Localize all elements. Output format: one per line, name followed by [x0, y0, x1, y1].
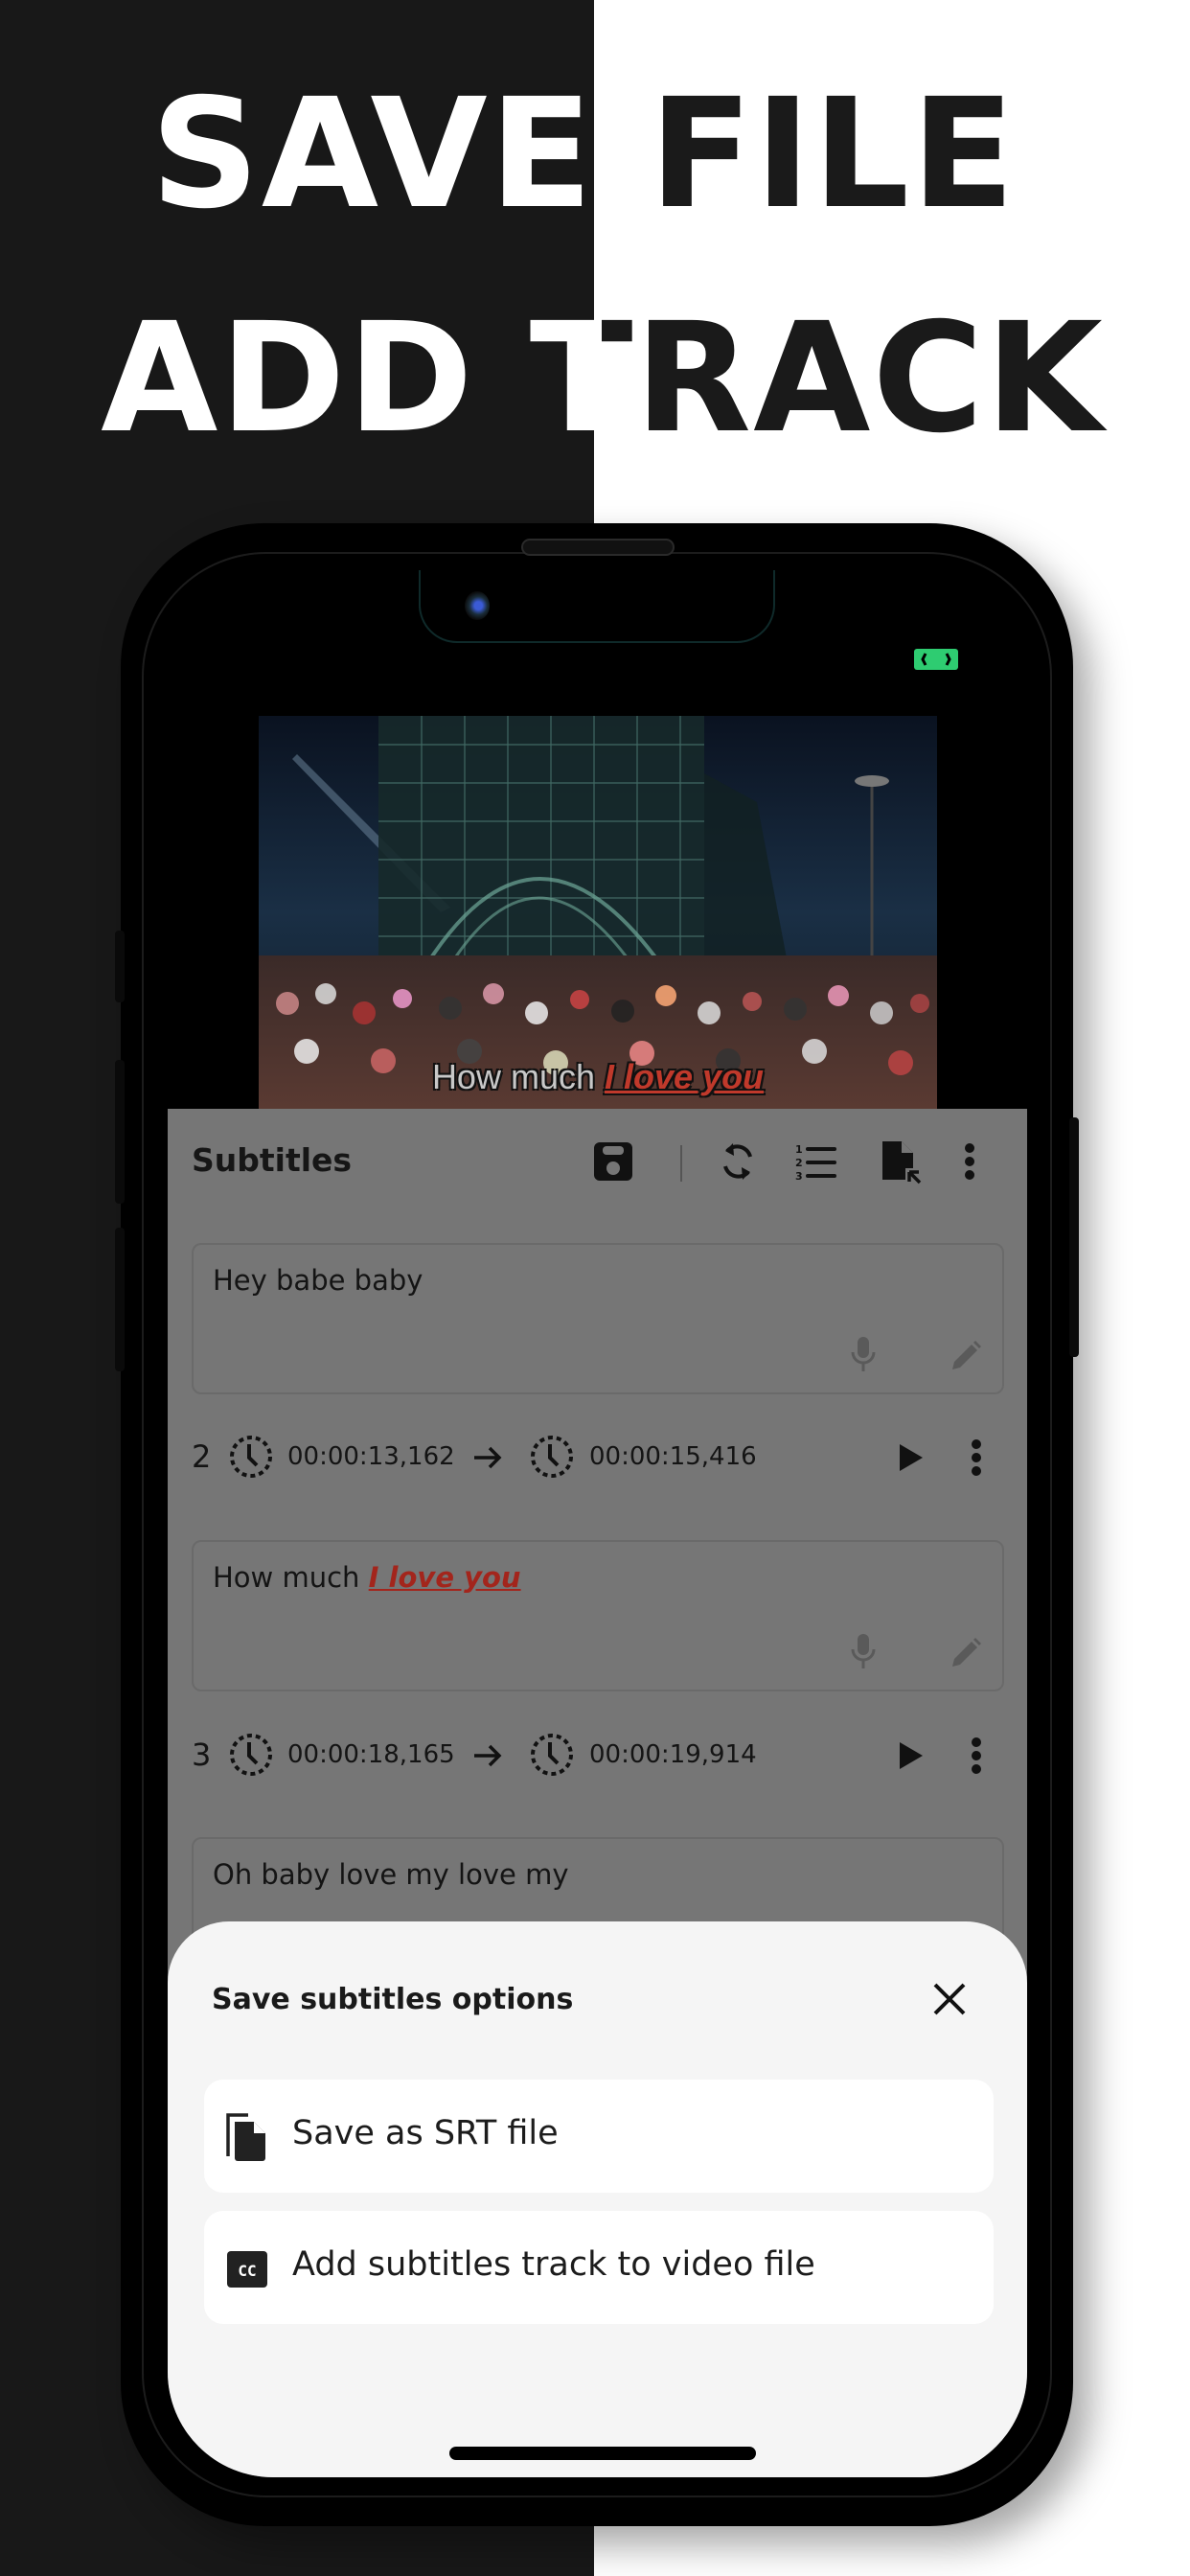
closed-caption-icon: CC: [227, 2251, 267, 2288]
start-time[interactable]: 00:00:18,165: [287, 1740, 455, 1769]
video-caption-plain: How much: [431, 1057, 605, 1096]
subtitle-text: How much I love you: [213, 1561, 521, 1594]
close-icon[interactable]: [929, 1979, 970, 2019]
option-label: Save as SRT file: [292, 2114, 559, 2152]
video-frame-concert-stage: [259, 716, 937, 1109]
svg-text:2: 2: [795, 1157, 803, 1169]
phone-mute-switch: [115, 931, 125, 1002]
option-label: Add subtitles track to video file: [292, 2245, 815, 2284]
subtitle-timing-row: 3 00:00:18,165 00:00:19,914: [168, 1727, 1027, 1784]
video-subtitle-overlay: How much I love you: [259, 1057, 937, 1097]
svg-text:1: 1: [795, 1143, 803, 1156]
file-copy-icon: [226, 2113, 265, 2161]
subtitle-index: 2: [192, 1438, 212, 1475]
front-camera: [465, 591, 490, 620]
save-options-bottom-sheet: Save subtitles options Save as SRT file …: [168, 1921, 1027, 2477]
play-icon[interactable]: [894, 1738, 927, 1773]
sync-icon[interactable]: [714, 1138, 762, 1185]
phone-speaker: [521, 539, 675, 556]
clock-icon[interactable]: [227, 1433, 275, 1481]
end-time[interactable]: 00:00:19,914: [589, 1740, 757, 1769]
subtitle-text-highlight: I love you: [368, 1561, 521, 1594]
subtitle-text: Oh baby love my love my: [213, 1858, 568, 1891]
subtitles-toolbar: Subtitles 1 2 3: [168, 1109, 1027, 1212]
headline-line-1: SAVE FILE SAVE FILE: [0, 79, 1190, 232]
pencil-icon[interactable]: [949, 1339, 983, 1373]
subtitle-text-field[interactable]: Hey babe baby: [192, 1243, 1004, 1394]
sheet-title: Save subtitles options: [212, 1983, 574, 2016]
phone-frame: How much I love you Subtitles 1 2 3 Hey …: [115, 523, 1079, 2526]
arrow-right-icon: [474, 1446, 502, 1469]
subtitle-text-field[interactable]: How much I love you: [192, 1540, 1004, 1691]
subtitle-timing-row: 2 00:00:13,162 00:00:15,416: [168, 1429, 1027, 1486]
save-icon[interactable]: [589, 1138, 637, 1185]
clock-icon[interactable]: [227, 1731, 275, 1779]
video-caption-highlight: I love you: [605, 1057, 765, 1096]
file-export-icon[interactable]: [875, 1138, 923, 1185]
numbered-list-icon[interactable]: 1 2 3: [792, 1138, 840, 1185]
play-icon[interactable]: [894, 1440, 927, 1475]
more-vert-icon[interactable]: [967, 1437, 986, 1479]
video-player[interactable]: How much I love you: [259, 716, 937, 1109]
svg-text:3: 3: [795, 1170, 803, 1183]
end-time[interactable]: 00:00:15,416: [589, 1442, 757, 1471]
pencil-icon[interactable]: [949, 1636, 983, 1670]
clock-icon[interactable]: [528, 1731, 576, 1779]
subtitle-text-plain: Hey babe baby: [213, 1264, 423, 1297]
phone-power-button: [1069, 1117, 1079, 1357]
subtitle-text-plain: Oh baby love my love my: [213, 1858, 569, 1891]
phone-volume-up-button: [115, 1060, 125, 1204]
subtitle-index: 3: [192, 1736, 212, 1773]
start-time[interactable]: 00:00:13,162: [287, 1442, 455, 1471]
home-indicator[interactable]: [449, 2447, 756, 2460]
add-subtitles-track-option[interactable]: CC Add subtitles track to video file: [204, 2211, 994, 2324]
toolbar-divider: [680, 1145, 682, 1182]
save-as-srt-option[interactable]: Save as SRT file: [204, 2080, 994, 2193]
arrow-right-icon: [474, 1744, 502, 1767]
phone-screen: How much I love you Subtitles 1 2 3 Hey …: [168, 570, 1027, 2477]
clock-icon[interactable]: [528, 1433, 576, 1481]
subtitles-title: Subtitles: [192, 1141, 353, 1179]
phone-volume-down-button: [115, 1228, 125, 1371]
headline-line-2: ADD TRACK ADD TRACK: [0, 303, 1190, 456]
more-vert-icon[interactable]: [967, 1735, 986, 1777]
subtitle-text: Hey babe baby: [213, 1264, 423, 1297]
more-vert-icon[interactable]: [955, 1138, 984, 1185]
subtitle-text-plain: How much: [213, 1561, 369, 1594]
screen-recording-indicator-icon: [914, 649, 958, 670]
microphone-icon[interactable]: [849, 1632, 878, 1670]
microphone-icon[interactable]: [849, 1335, 878, 1373]
svg-text:CC: CC: [238, 2262, 256, 2280]
